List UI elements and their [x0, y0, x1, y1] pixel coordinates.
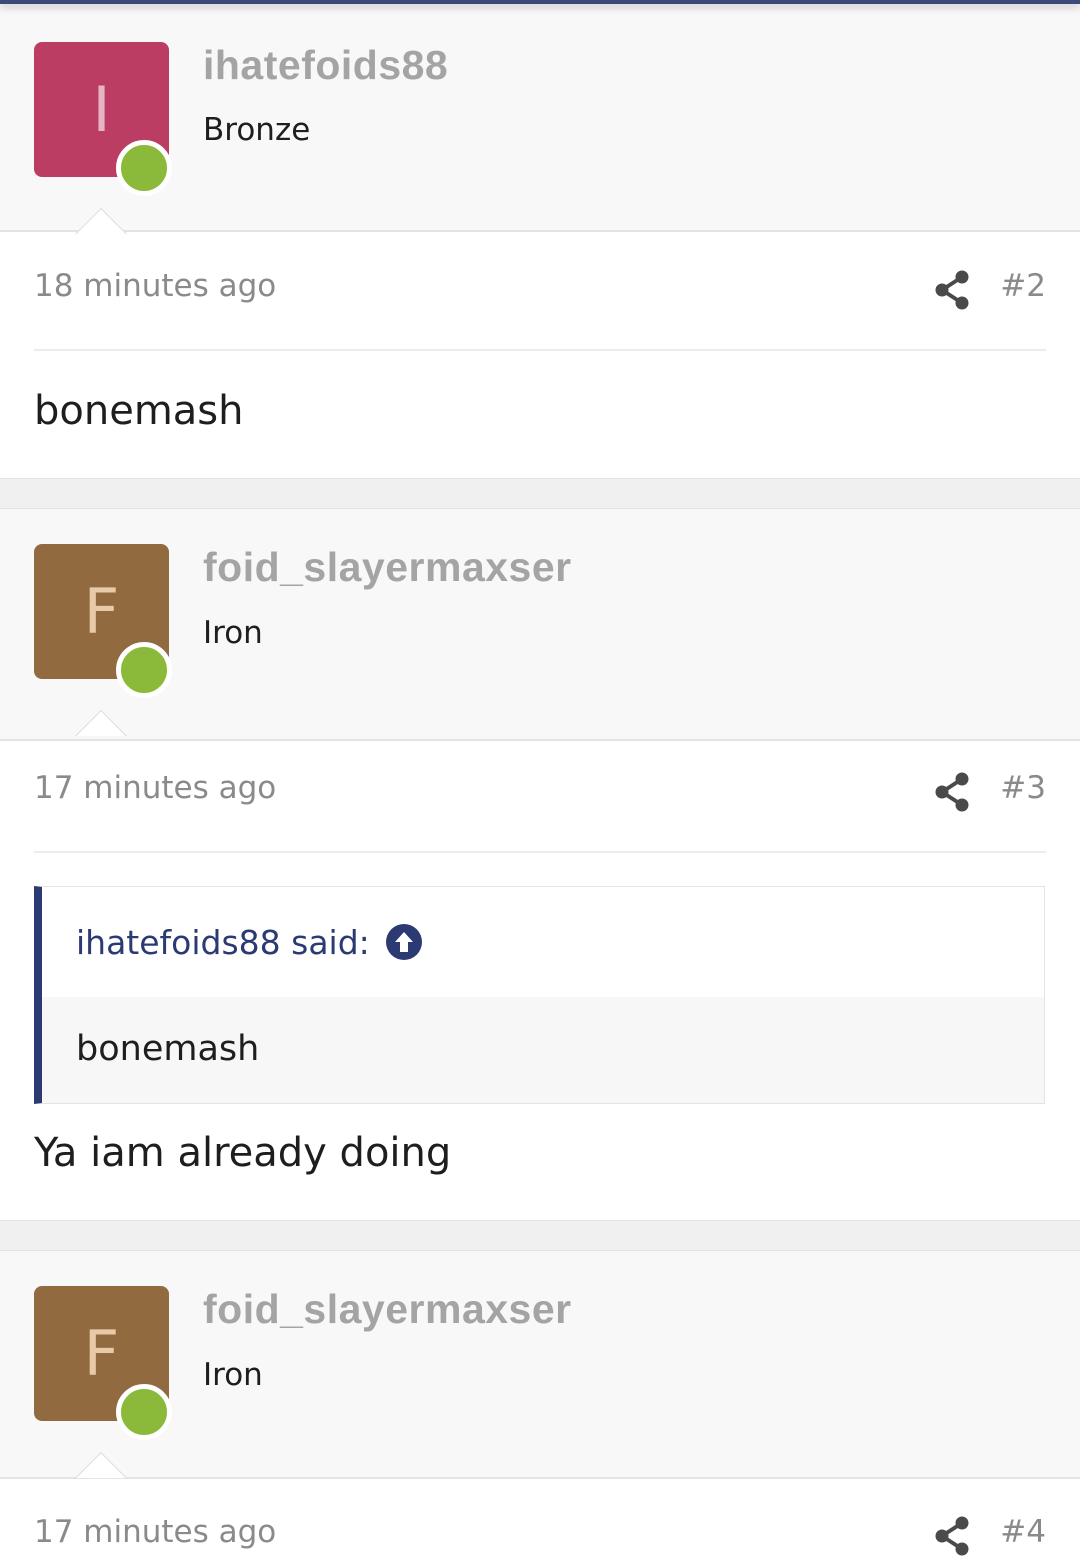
header-pointer-caret: [70, 1448, 130, 1478]
post-header: F foid_slayermaxser Iron: [0, 508, 1080, 741]
quote-text: bonemash: [76, 1029, 260, 1069]
quote-header: ihatefoids88 said:: [42, 887, 1044, 997]
arrow-up-circle-icon[interactable]: [385, 923, 423, 961]
avatar-letter: F: [83, 575, 120, 648]
post-meta-row: 17 minutes ago #3: [34, 734, 1046, 853]
user-rank: Bronze: [203, 112, 311, 148]
post-timestamp[interactable]: 18 minutes ago: [34, 268, 276, 304]
user-rank: Iron: [203, 615, 263, 651]
username-link[interactable]: ihatefoids88: [203, 42, 448, 89]
post-number-link[interactable]: #2: [1000, 268, 1046, 304]
username-link[interactable]: foid_slayermaxser: [203, 544, 572, 591]
header-pointer-caret: [70, 204, 130, 234]
share-icon[interactable]: [934, 772, 970, 812]
avatar-letter: F: [83, 1317, 120, 1390]
post-4: F foid_slayermaxser Iron 17 minutes ago …: [0, 1250, 1080, 1566]
quote-body: bonemash: [42, 997, 1044, 1103]
username-link[interactable]: foid_slayermaxser: [203, 1286, 572, 1333]
post-meta-row: 17 minutes ago #4: [34, 1478, 1046, 1566]
post-number-link[interactable]: #4: [1000, 1514, 1046, 1550]
header-pointer-caret: [70, 706, 130, 736]
share-icon[interactable]: [934, 270, 970, 310]
post-timestamp[interactable]: 17 minutes ago: [34, 770, 276, 806]
post-3: F foid_slayermaxser Iron 17 minutes ago …: [0, 508, 1080, 1221]
post-timestamp[interactable]: 17 minutes ago: [34, 1514, 276, 1550]
online-status-icon: [116, 642, 172, 698]
post-2: I ihatefoids88 Bronze 18 minutes ago #2 …: [0, 0, 1080, 479]
post-header: I ihatefoids88 Bronze: [0, 0, 1080, 232]
post-header: F foid_slayermaxser Iron: [0, 1250, 1080, 1479]
quote-block: ihatefoids88 said: bonemash: [34, 886, 1045, 1104]
post-number-link[interactable]: #3: [1000, 770, 1046, 806]
post-message: Ya iam already doing: [34, 1130, 452, 1176]
online-status-icon: [116, 1384, 172, 1440]
user-rank: Iron: [203, 1357, 263, 1393]
avatar-letter: I: [92, 73, 111, 146]
post-message: bonemash: [34, 388, 244, 434]
post-meta-row: 18 minutes ago #2: [34, 232, 1046, 351]
online-status-icon: [116, 140, 172, 196]
quote-author-link[interactable]: ihatefoids88 said:: [76, 923, 370, 962]
share-icon[interactable]: [934, 1516, 970, 1556]
top-app-bar-edge: [0, 0, 1080, 4]
